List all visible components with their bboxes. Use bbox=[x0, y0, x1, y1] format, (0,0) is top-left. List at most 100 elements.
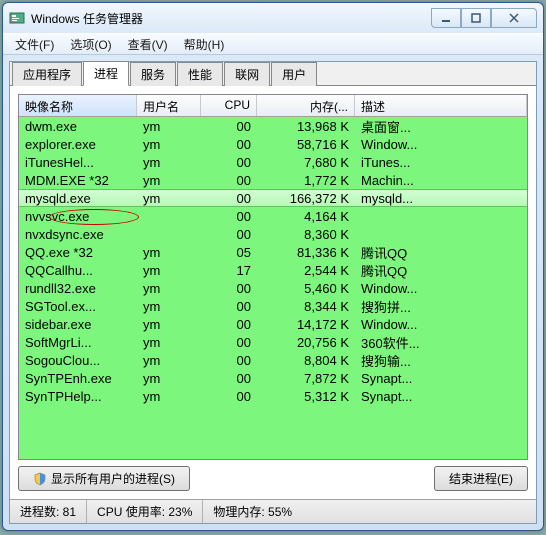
cell-mem: 1,772 K bbox=[257, 173, 355, 188]
cell-image: QQ.exe *32 bbox=[19, 245, 137, 260]
cell-cpu: 00 bbox=[201, 119, 257, 134]
table-row[interactable]: MDM.EXE *32ym001,772 KMachin... bbox=[19, 171, 527, 189]
tab-processes[interactable]: 进程 bbox=[83, 61, 129, 86]
table-row[interactable]: nvvsvc.exe004,164 K bbox=[19, 207, 527, 225]
cell-image: SynTPHelp... bbox=[19, 389, 137, 404]
cell-mem: 2,544 K bbox=[257, 263, 355, 278]
cell-mem: 7,680 K bbox=[257, 155, 355, 170]
cell-desc: Window... bbox=[355, 317, 527, 332]
tab-networking[interactable]: 联网 bbox=[224, 62, 270, 86]
cell-cpu: 00 bbox=[201, 137, 257, 152]
cell-user: ym bbox=[137, 155, 201, 170]
cell-user: ym bbox=[137, 389, 201, 404]
minimize-button[interactable] bbox=[431, 8, 461, 28]
table-row[interactable]: QQ.exe *32ym0581,336 K腾讯QQ bbox=[19, 243, 527, 261]
table-row[interactable]: dwm.exeym0013,968 K桌面窗... bbox=[19, 117, 527, 135]
cell-cpu: 00 bbox=[201, 209, 257, 224]
cell-cpu: 00 bbox=[201, 191, 257, 206]
cell-image: nvxdsync.exe bbox=[19, 227, 137, 242]
menu-file[interactable]: 文件(F) bbox=[7, 34, 62, 55]
tab-services[interactable]: 服务 bbox=[130, 62, 176, 86]
cell-mem: 8,344 K bbox=[257, 299, 355, 314]
cell-desc: Window... bbox=[355, 281, 527, 296]
cell-cpu: 00 bbox=[201, 317, 257, 332]
cell-user: ym bbox=[137, 245, 201, 260]
table-row[interactable]: sidebar.exeym0014,172 KWindow... bbox=[19, 315, 527, 333]
show-all-label: 显示所有用户的进程(S) bbox=[51, 470, 175, 487]
table-row[interactable]: mysqld.exeym00166,372 Kmysqld... bbox=[19, 189, 527, 207]
table-row[interactable]: SoftMgrLi...ym0020,756 K360软件... bbox=[19, 333, 527, 351]
cell-image: iTunesHel... bbox=[19, 155, 137, 170]
cell-desc: 搜狗拼... bbox=[355, 297, 527, 316]
cell-user: ym bbox=[137, 191, 201, 206]
table-row[interactable]: SynTPEnh.exeym007,872 KSynapt... bbox=[19, 369, 527, 387]
cell-image: SoftMgrLi... bbox=[19, 335, 137, 350]
button-row: 显示所有用户的进程(S) 结束进程(E) bbox=[18, 466, 528, 491]
table-body[interactable]: dwm.exeym0013,968 K桌面窗...explorer.exeym0… bbox=[19, 117, 527, 459]
cell-user: ym bbox=[137, 317, 201, 332]
table-row[interactable]: QQCallhu...ym172,544 K腾讯QQ bbox=[19, 261, 527, 279]
cell-cpu: 00 bbox=[201, 155, 257, 170]
col-image-name[interactable]: 映像名称 bbox=[19, 95, 137, 116]
close-button[interactable] bbox=[491, 8, 537, 28]
table-row[interactable]: SGTool.ex...ym008,344 K搜狗拼... bbox=[19, 297, 527, 315]
cell-mem: 58,716 K bbox=[257, 137, 355, 152]
client-area: 应用程序 进程 服务 性能 联网 用户 映像名称 用户名 CPU 内存(... … bbox=[9, 61, 537, 524]
cell-mem: 13,968 K bbox=[257, 119, 355, 134]
show-all-users-button[interactable]: 显示所有用户的进程(S) bbox=[18, 466, 190, 491]
cell-desc: Synapt... bbox=[355, 371, 527, 386]
cell-mem: 4,164 K bbox=[257, 209, 355, 224]
cell-cpu: 00 bbox=[201, 173, 257, 188]
table-row[interactable]: explorer.exeym0058,716 KWindow... bbox=[19, 135, 527, 153]
tab-applications[interactable]: 应用程序 bbox=[12, 62, 82, 86]
menu-options[interactable]: 选项(O) bbox=[62, 34, 119, 55]
tab-performance[interactable]: 性能 bbox=[177, 62, 223, 86]
cell-image: QQCallhu... bbox=[19, 263, 137, 278]
table-row[interactable]: nvxdsync.exe008,360 K bbox=[19, 225, 527, 243]
table-row[interactable]: rundll32.exeym005,460 KWindow... bbox=[19, 279, 527, 297]
cell-image: SGTool.ex... bbox=[19, 299, 137, 314]
col-user[interactable]: 用户名 bbox=[137, 95, 201, 116]
cell-image: mysqld.exe bbox=[19, 191, 137, 206]
table-header: 映像名称 用户名 CPU 内存(... 描述 bbox=[19, 95, 527, 117]
window-controls bbox=[431, 8, 537, 28]
cell-user: ym bbox=[137, 263, 201, 278]
cell-user: ym bbox=[137, 137, 201, 152]
cell-mem: 14,172 K bbox=[257, 317, 355, 332]
cell-image: dwm.exe bbox=[19, 119, 137, 134]
task-manager-window: Windows 任务管理器 文件(F) 选项(O) 查看(V) 帮助(H) 应用… bbox=[2, 2, 544, 531]
col-memory[interactable]: 内存(... bbox=[257, 95, 355, 116]
tabbar: 应用程序 进程 服务 性能 联网 用户 bbox=[10, 62, 536, 86]
window-title: Windows 任务管理器 bbox=[31, 10, 431, 27]
cell-mem: 8,804 K bbox=[257, 353, 355, 368]
menubar: 文件(F) 选项(O) 查看(V) 帮助(H) bbox=[3, 33, 543, 55]
col-description[interactable]: 描述 bbox=[355, 95, 527, 116]
cell-user: ym bbox=[137, 353, 201, 368]
menu-view[interactable]: 查看(V) bbox=[120, 34, 176, 55]
table-row[interactable]: SogouClou...ym008,804 K搜狗输... bbox=[19, 351, 527, 369]
cell-desc: Synapt... bbox=[355, 389, 527, 404]
cell-image: SogouClou... bbox=[19, 353, 137, 368]
cell-desc: 腾讯QQ bbox=[355, 243, 527, 262]
cell-cpu: 00 bbox=[201, 227, 257, 242]
menu-help[interactable]: 帮助(H) bbox=[176, 34, 233, 55]
cell-cpu: 00 bbox=[201, 335, 257, 350]
cell-image: SynTPEnh.exe bbox=[19, 371, 137, 386]
end-process-button[interactable]: 结束进程(E) bbox=[434, 466, 528, 491]
cell-mem: 5,312 K bbox=[257, 389, 355, 404]
maximize-button[interactable] bbox=[461, 8, 491, 28]
status-process-count: 进程数: 81 bbox=[10, 500, 87, 523]
cell-user: ym bbox=[137, 281, 201, 296]
cell-mem: 166,372 K bbox=[257, 191, 355, 206]
table-row[interactable]: iTunesHel...ym007,680 KiTunes... bbox=[19, 153, 527, 171]
status-memory-usage: 物理内存: 55% bbox=[203, 500, 536, 523]
cell-image: explorer.exe bbox=[19, 137, 137, 152]
cell-cpu: 00 bbox=[201, 371, 257, 386]
col-cpu[interactable]: CPU bbox=[201, 95, 257, 116]
table-row[interactable]: SynTPHelp...ym005,312 KSynapt... bbox=[19, 387, 527, 405]
titlebar[interactable]: Windows 任务管理器 bbox=[3, 3, 543, 33]
cell-desc: Machin... bbox=[355, 173, 527, 188]
tab-users[interactable]: 用户 bbox=[271, 62, 317, 86]
cell-mem: 7,872 K bbox=[257, 371, 355, 386]
cell-image: sidebar.exe bbox=[19, 317, 137, 332]
